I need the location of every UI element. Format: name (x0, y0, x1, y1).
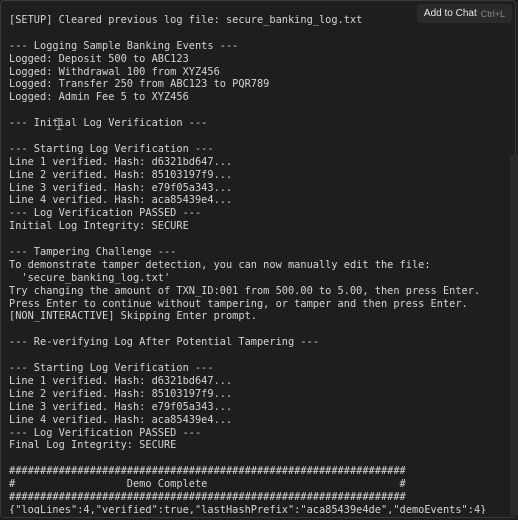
terminal-line: Line 2 verified. Hash: 85103197f9... (9, 387, 233, 400)
terminal-line: --- Tampering Challenge --- (9, 246, 177, 259)
terminal-line: Line 3 verified. Hash: e79f05a343... (9, 400, 233, 413)
terminal-line: Try changing the amount of TXN_ID:001 fr… (9, 284, 481, 297)
terminal-line: Logged: Withdrawal 100 from XYZ456 (9, 65, 220, 78)
terminal-line: [NON_INTERACTIVE] Skipping Enter prompt. (9, 310, 257, 323)
terminal-line: --- Logging Sample Banking Events --- (9, 39, 239, 52)
terminal-line: Logged: Deposit 500 to ABC123 (9, 52, 189, 65)
terminal-line: 'secure_banking_log.txt' (9, 271, 171, 284)
vertical-scrollbar[interactable] (510, 155, 518, 515)
terminal-line: Initial Log Integrity: SECURE (9, 220, 189, 233)
terminal-line: --- Log Verification PASSED --- (9, 426, 202, 439)
terminal-line: --- Log Verification PASSED --- (9, 207, 202, 220)
terminal-line: Line 4 verified. Hash: aca85439e4... (9, 194, 233, 207)
terminal-line: Line 1 verified. Hash: d6321bd647... (9, 155, 233, 168)
terminal-line: Logged: Transfer 250 from ABC123 to PQR7… (9, 78, 270, 91)
terminal-output[interactable]: [SETUP] Cleared previous log file: secur… (9, 14, 499, 514)
terminal-line: --- Re-verifying Log After Potential Tam… (9, 336, 319, 349)
terminal-line: ########################################… (9, 490, 406, 503)
text-cursor-icon (56, 118, 62, 130)
terminal-line: ########################################… (9, 465, 406, 478)
shortcut-hint: Ctrl+L (480, 8, 505, 19)
terminal-line: Line 1 verified. Hash: d6321bd647... (9, 374, 233, 387)
terminal-line: Logged: Admin Fee 5 to XYZ456 (9, 91, 189, 104)
terminal-line: {"logLines":4,"verified":true,"lastHashP… (9, 503, 487, 514)
terminal-line: Final Log Integrity: SECURE (9, 439, 177, 452)
add-to-chat-label: Add to Chat (423, 8, 477, 19)
terminal-line: Line 2 verified. Hash: 85103197f9... (9, 168, 233, 181)
terminal-line: --- Initial Log Verification --- (9, 117, 208, 130)
add-to-chat-button[interactable]: Add to Chat Ctrl+L (416, 4, 512, 23)
terminal-line: # Demo Complete # (9, 478, 406, 491)
terminal-line: Line 4 verified. Hash: aca85439e4... (9, 413, 233, 426)
terminal-line: --- Starting Log Verification --- (9, 142, 214, 155)
terminal-line: To demonstrate tamper detection, you can… (9, 258, 431, 271)
terminal-line: Press Enter to continue without tamperin… (9, 297, 468, 310)
terminal-line: --- Starting Log Verification --- (9, 362, 214, 375)
terminal-line: Line 3 verified. Hash: e79f05a343... (9, 181, 233, 194)
